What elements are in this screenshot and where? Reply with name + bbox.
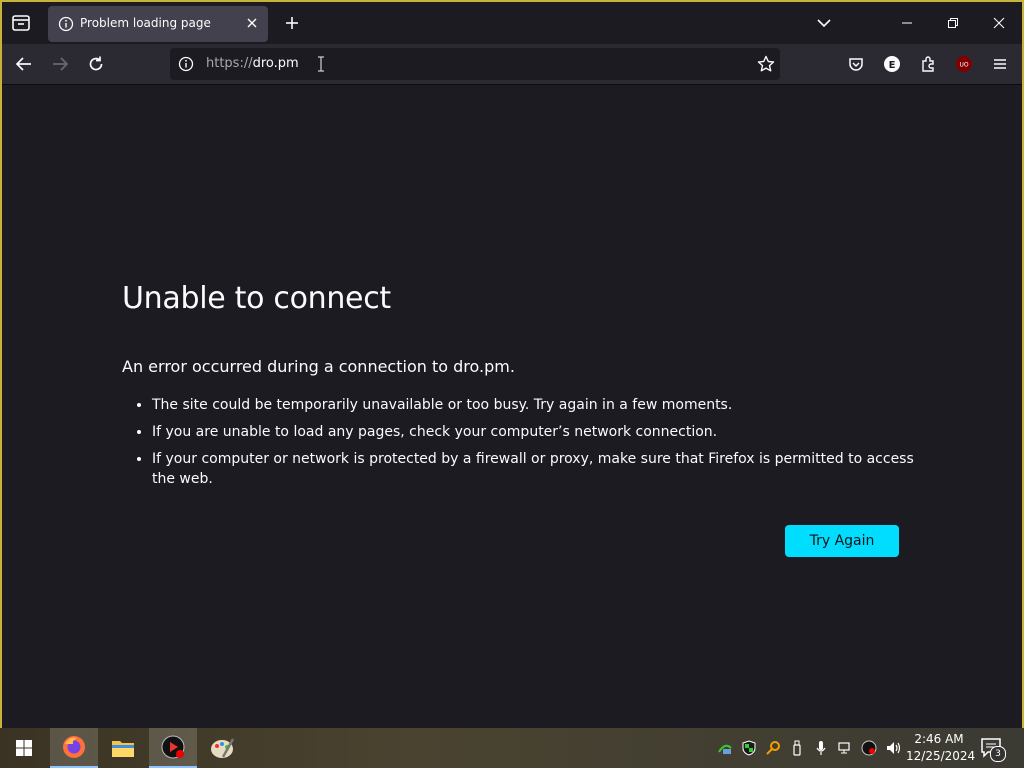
- ublock-icon[interactable]: UO: [952, 52, 976, 76]
- clock[interactable]: 2:46 AM 12/25/2024: [906, 731, 976, 765]
- list-all-tabs-icon[interactable]: [814, 13, 834, 33]
- reload-icon[interactable]: [84, 52, 108, 76]
- microphone-icon[interactable]: [812, 738, 830, 758]
- file-explorer-icon[interactable]: [99, 728, 147, 768]
- reasons-list: The site could be temporarily unavailabl…: [132, 395, 922, 496]
- forward-icon[interactable]: [48, 52, 72, 76]
- page-title: Unable to connect: [122, 281, 391, 316]
- list-item: If your computer or network is protected…: [152, 449, 922, 489]
- url-bar[interactable]: https://dro.pm: [170, 48, 780, 80]
- ublock-label: UO: [959, 62, 968, 69]
- site-info-icon[interactable]: [178, 56, 194, 72]
- navigation-toolbar: https://dro.pm E UO: [2, 44, 1022, 85]
- profile-letter: E: [889, 60, 896, 71]
- notification-count: 3: [990, 746, 1006, 762]
- menu-icon[interactable]: [988, 52, 1012, 76]
- media-player-icon[interactable]: [149, 728, 197, 768]
- taskbar: 2:46 AM 12/25/2024 3: [0, 728, 1024, 768]
- close-tab-icon[interactable]: [244, 15, 260, 31]
- toolbar-icons: E UO: [844, 52, 1012, 76]
- start-icon[interactable]: [0, 728, 48, 768]
- back-icon[interactable]: [12, 52, 36, 76]
- bookmark-star-icon[interactable]: [756, 54, 776, 74]
- url-host: dro.pm: [252, 56, 299, 71]
- list-item: If you are unable to load any pages, che…: [152, 422, 922, 442]
- notifications-icon[interactable]: 3: [980, 736, 1006, 762]
- security-shield-icon[interactable]: [740, 738, 758, 758]
- system-tray: [716, 738, 902, 758]
- error-page: Unable to connect An error occurred duri…: [2, 85, 1022, 728]
- url-scheme: https://: [206, 56, 253, 71]
- try-again-button[interactable]: Try Again: [785, 525, 899, 557]
- paint-icon[interactable]: [198, 728, 246, 768]
- firefox-view-icon[interactable]: [10, 12, 32, 34]
- clock-time: 2:46 AM: [914, 732, 964, 746]
- tab-problem-loading[interactable]: Problem loading page: [48, 6, 268, 42]
- minimize-icon[interactable]: [884, 2, 930, 44]
- network-icon[interactable]: [836, 738, 854, 758]
- list-item: The site could be temporarily unavailabl…: [152, 395, 922, 415]
- info-icon: [58, 16, 74, 32]
- window-controls: [884, 2, 1022, 44]
- search-key-icon[interactable]: [764, 738, 782, 758]
- firefox-icon[interactable]: [50, 728, 98, 768]
- new-tab-icon[interactable]: [282, 13, 302, 33]
- clock-date: 12/25/2024: [906, 749, 976, 763]
- text-cursor-icon: [316, 55, 326, 73]
- restore-icon[interactable]: [930, 2, 976, 44]
- profile-icon[interactable]: E: [880, 52, 904, 76]
- pocket-icon[interactable]: [844, 52, 868, 76]
- tab-title: Problem loading page: [80, 16, 211, 30]
- error-description: An error occurred during a connection to…: [122, 357, 515, 376]
- usb-drive-icon[interactable]: [788, 738, 806, 758]
- close-window-icon[interactable]: [976, 2, 1022, 44]
- network-share-icon[interactable]: [716, 738, 734, 758]
- media-tray-icon[interactable]: [860, 738, 878, 758]
- url-text: https://dro.pm: [206, 56, 299, 71]
- tab-bar: Problem loading page: [2, 2, 1022, 44]
- volume-icon[interactable]: [884, 738, 902, 758]
- extensions-icon[interactable]: [916, 52, 940, 76]
